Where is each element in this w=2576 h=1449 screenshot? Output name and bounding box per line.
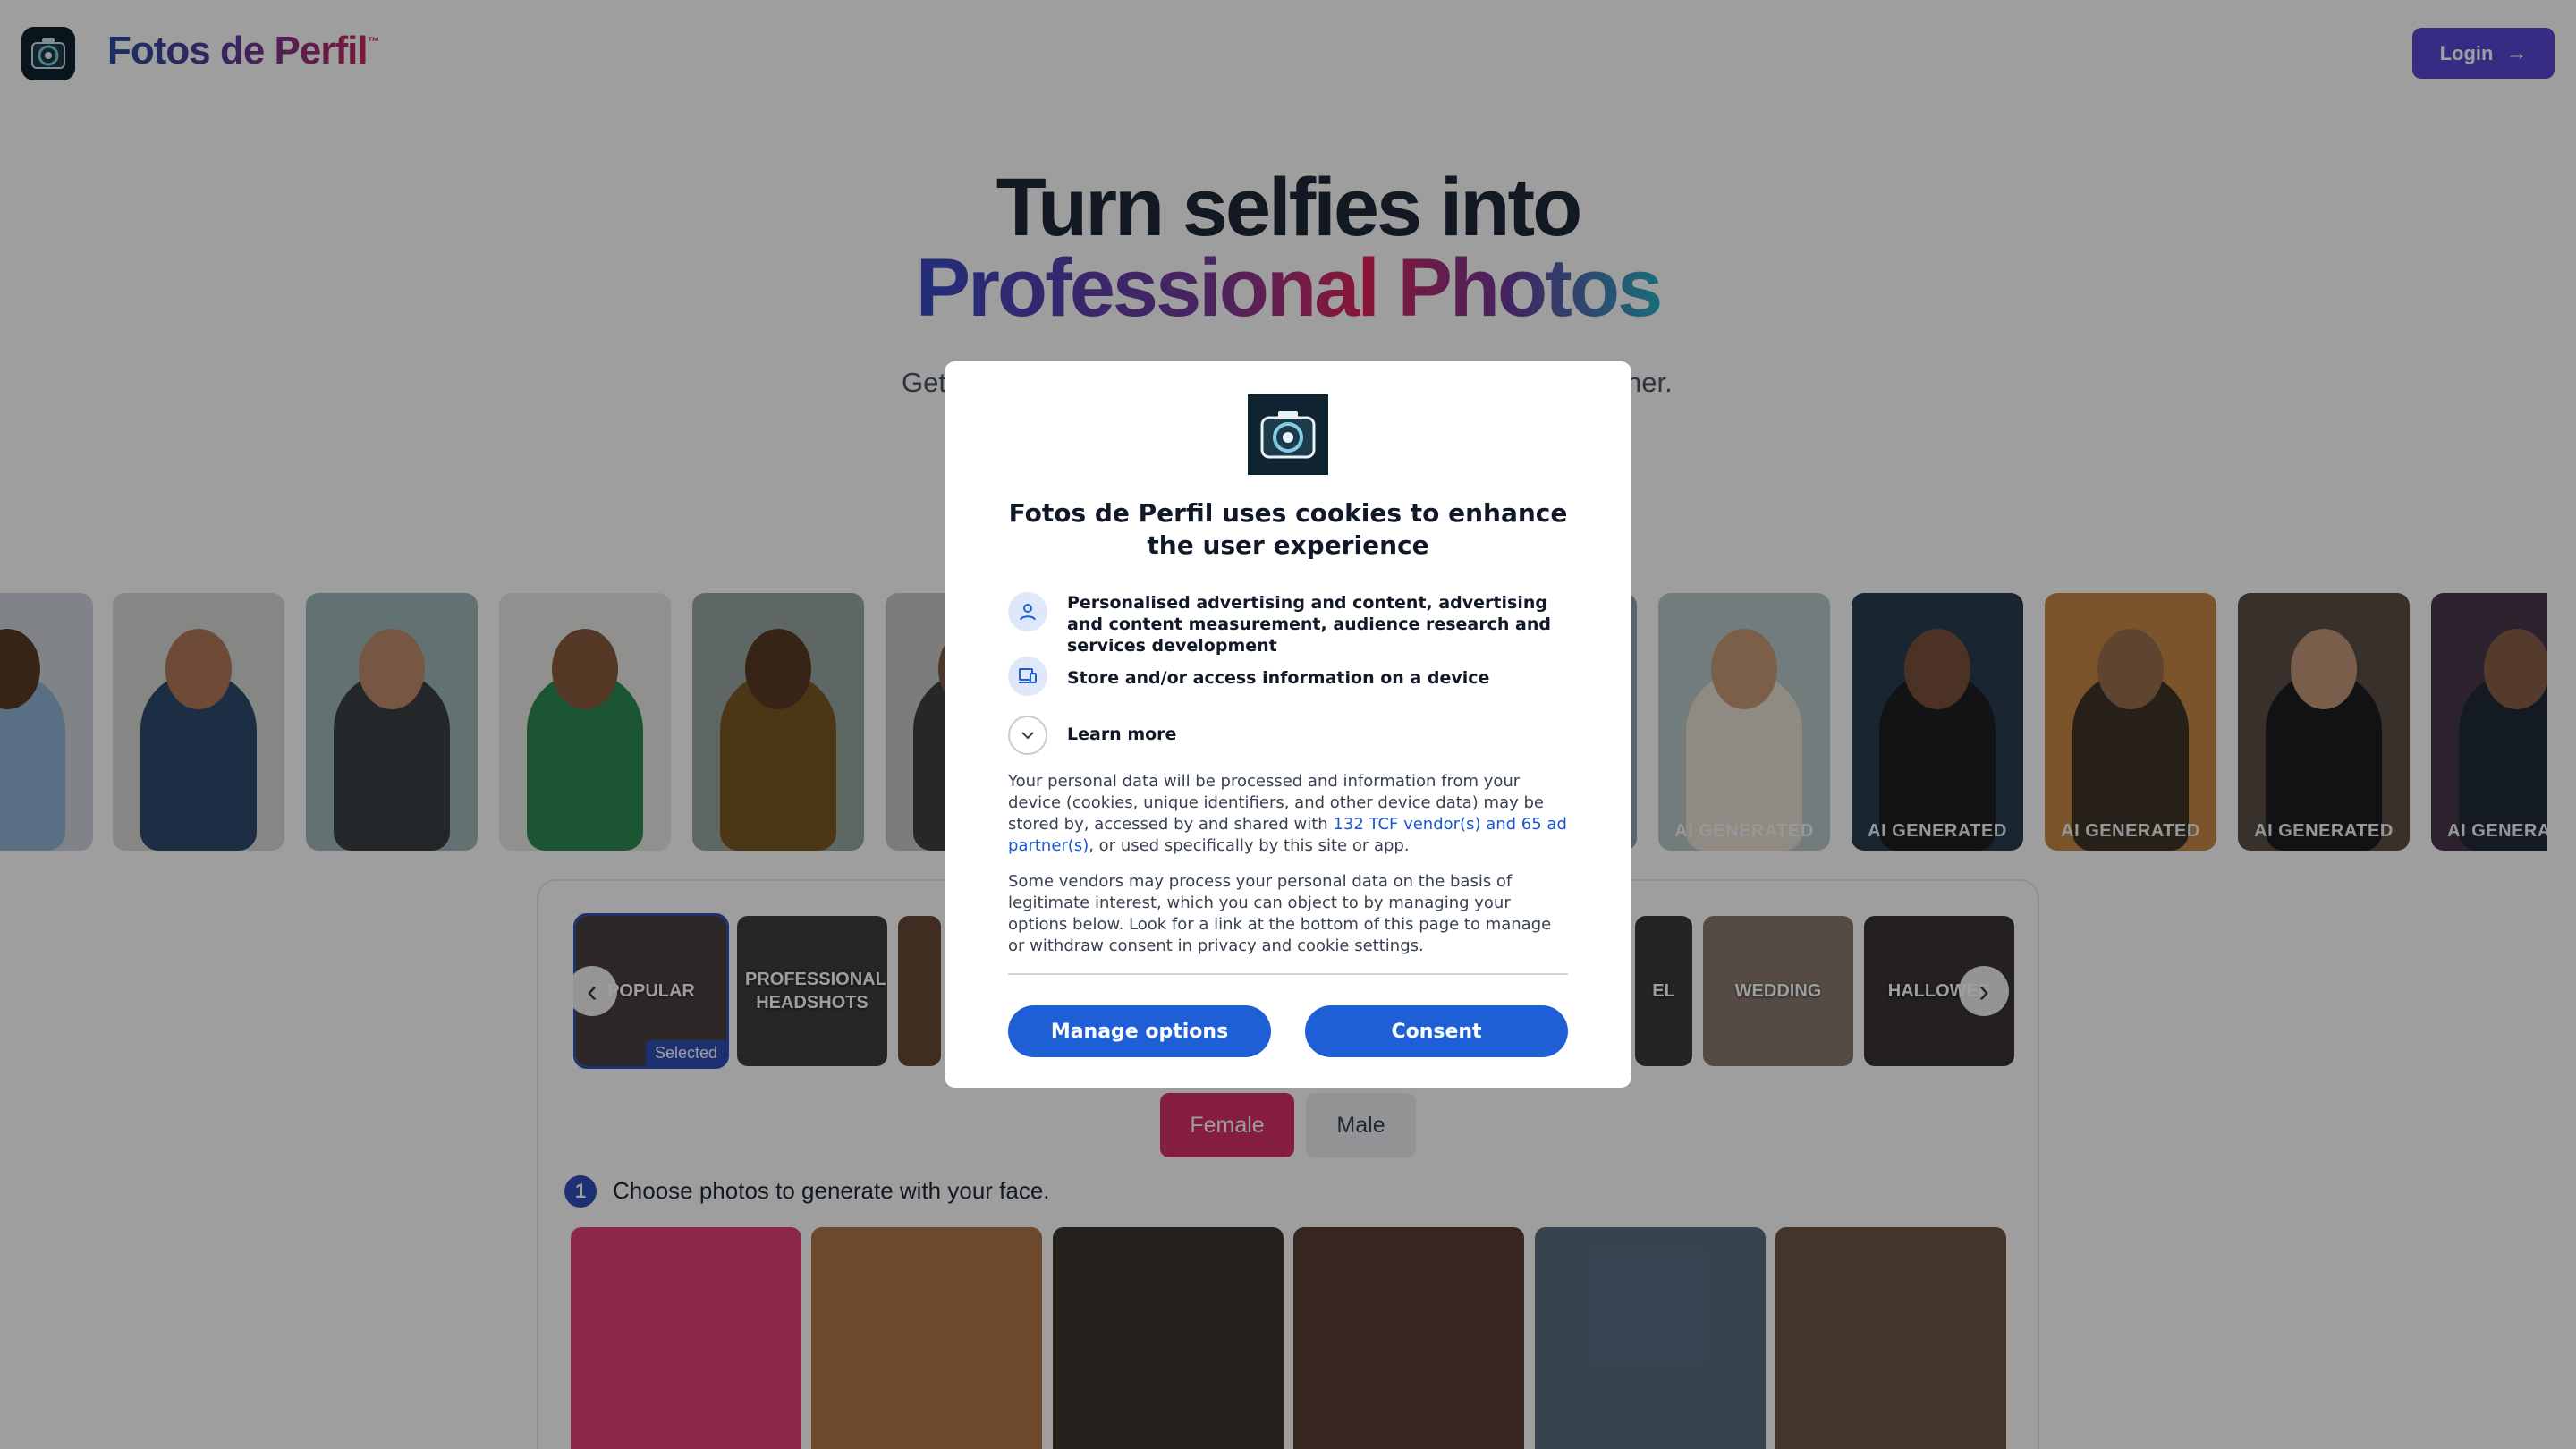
consent-paragraph-2: Some vendors may process your personal d… — [1008, 872, 1552, 955]
manage-options-button[interactable]: Manage options — [1008, 1005, 1271, 1057]
consent-button[interactable]: Consent — [1305, 1005, 1568, 1057]
device-icon — [1008, 657, 1047, 696]
cookie-consent-dialog: Fotos de Perfil uses cookies to enhance … — [945, 361, 1631, 1088]
consent-paragraph-1: Your personal data will be processed and… — [1008, 772, 1567, 855]
learn-more-link[interactable]: Learn more — [1067, 724, 1176, 744]
purpose-storage: Store and/or access information on a dev… — [1067, 668, 1490, 688]
consent-title: Fotos de Perfil uses cookies to enhance … — [1008, 498, 1568, 560]
chevron-down-icon[interactable] — [1008, 716, 1047, 755]
divider — [1008, 973, 1568, 975]
purpose-advertising: Personalised advertising and content, ad… — [1067, 593, 1551, 656]
site-logo-icon — [1248, 394, 1328, 475]
person-icon — [1008, 592, 1047, 631]
